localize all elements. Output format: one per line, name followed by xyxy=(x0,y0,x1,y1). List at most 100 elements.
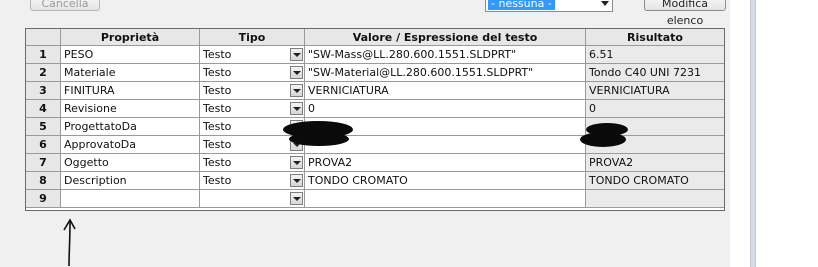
property-name-cell[interactable]: PESO xyxy=(61,46,200,64)
type-cell-text: Testo xyxy=(203,156,232,169)
chevron-down-icon[interactable] xyxy=(290,174,303,187)
row-number-text: 6 xyxy=(39,138,47,151)
result-cell: PROVA2 xyxy=(586,154,724,172)
result-cell-text: 6.51 xyxy=(589,48,614,61)
chevron-down-icon[interactable] xyxy=(290,156,303,169)
property-name-cell[interactable]: Materiale xyxy=(61,64,200,82)
row-number: 9 xyxy=(26,190,61,208)
property-name-cell[interactable]: Revisione xyxy=(61,100,200,118)
value-expression-cell[interactable]: TONDO CROMATO xyxy=(305,172,586,190)
result-cell-text: PROVA2 xyxy=(589,156,634,169)
type-cell[interactable]: Testo xyxy=(200,64,305,82)
value-expression-cell[interactable] xyxy=(305,190,586,208)
properties-grid: Proprietà Tipo Valore / Espressione del … xyxy=(25,28,725,211)
row-number-text: 1 xyxy=(39,48,47,61)
redaction-mark xyxy=(580,132,626,147)
background-area xyxy=(730,0,818,267)
property-name-cell-text: PESO xyxy=(64,48,94,61)
config-select-value: - nessuna - xyxy=(488,0,555,10)
row-number: 6 xyxy=(26,136,61,154)
table-row[interactable]: 3 FINITURA Testo VERNICIATURA VERNICIATURA xyxy=(26,82,724,100)
value-expression-cell-text: TONDO CROMATO xyxy=(308,174,408,187)
type-cell[interactable]: Testo xyxy=(200,172,305,190)
table-row[interactable]: 4 Revisione Testo 0 0 xyxy=(26,100,724,118)
row-number: 3 xyxy=(26,82,61,100)
type-cell[interactable]: Testo xyxy=(200,154,305,172)
result-cell: 0 xyxy=(586,100,724,118)
value-expression-cell-text: "SW-Mass@LL.280.600.1551.SLDPRT" xyxy=(308,48,517,61)
result-cell-text: 0 xyxy=(589,102,596,115)
property-name-cell-text: FINITURA xyxy=(64,84,115,97)
row-number: 8 xyxy=(26,172,61,190)
row-number-text: 9 xyxy=(39,192,47,205)
table-row[interactable]: 2 Materiale Testo "SW-Material@LL.280.600.1… xyxy=(26,64,724,82)
property-name-cell[interactable] xyxy=(61,190,200,208)
chevron-down-icon[interactable] xyxy=(290,84,303,97)
configuration-select[interactable]: - nessuna - xyxy=(485,0,613,12)
type-cell-text: Testo xyxy=(203,66,232,79)
row-number-text: 4 xyxy=(39,102,47,115)
value-expression-cell[interactable]: "SW-Material@LL.280.600.1551.SLDPRT" xyxy=(305,64,586,82)
property-name-cell-text: Description xyxy=(64,174,127,187)
chevron-down-icon[interactable] xyxy=(290,48,303,61)
value-expression-cell-text: PROVA2 xyxy=(308,156,353,169)
row-number: 4 xyxy=(26,100,61,118)
value-expression-cell[interactable]: PROVA2 xyxy=(305,154,586,172)
header-result[interactable]: Risultato xyxy=(586,29,724,46)
property-name-cell-text: ApprovatoDa xyxy=(64,138,137,151)
table-row[interactable]: 1 PESO Testo "SW-Mass@LL.280.600.1551.SLDPR… xyxy=(26,46,724,64)
type-cell-text: Testo xyxy=(203,84,232,97)
chevron-down-icon[interactable] xyxy=(290,102,303,115)
type-cell-text: Testo xyxy=(203,120,232,133)
value-expression-cell[interactable]: "SW-Mass@LL.280.600.1551.SLDPRT" xyxy=(305,46,586,64)
result-cell xyxy=(586,190,724,208)
row-number: 1 xyxy=(26,46,61,64)
result-cell-text: Tondo C40 UNI 7231 xyxy=(589,66,701,79)
property-name-cell[interactable]: ProgettatoDa xyxy=(61,118,200,136)
property-name-cell[interactable]: FINITURA xyxy=(61,82,200,100)
type-cell[interactable]: Testo xyxy=(200,46,305,64)
value-expression-cell-text: VERNICIATURA xyxy=(308,84,389,97)
table-row[interactable]: 8 Description Testo TONDO CROMATO TONDO CROM… xyxy=(26,172,724,190)
redaction-mark xyxy=(289,132,349,146)
type-cell-text: Testo xyxy=(203,138,232,151)
chevron-down-icon[interactable] xyxy=(290,66,303,79)
row-number-text: 3 xyxy=(39,84,47,97)
type-cell[interactable]: Testo xyxy=(200,82,305,100)
type-cell-text: Testo xyxy=(203,102,232,115)
property-name-cell[interactable]: Description xyxy=(61,172,200,190)
grid-header: Proprietà Tipo Valore / Espressione del … xyxy=(26,29,724,46)
row-number: 2 xyxy=(26,64,61,82)
result-cell: 6.51 xyxy=(586,46,724,64)
result-cell: TONDO CROMATO xyxy=(586,172,724,190)
type-cell[interactable]: Testo xyxy=(200,100,305,118)
property-name-cell-text: Oggetto xyxy=(64,156,109,169)
value-expression-cell-text: "SW-Material@LL.280.600.1551.SLDPRT" xyxy=(308,66,534,79)
value-expression-cell[interactable]: 0 xyxy=(305,100,586,118)
row-number-text: 7 xyxy=(39,156,47,169)
property-name-cell[interactable]: Oggetto xyxy=(61,154,200,172)
property-name-cell-text: ProgettatoDa xyxy=(64,120,137,133)
header-corner xyxy=(26,29,61,46)
custom-properties-dialog: Cancella - nessuna - Modifica elenco Pro… xyxy=(0,0,730,267)
table-row[interactable]: 7 Oggetto Testo PROVA2 PROVA2 xyxy=(26,154,724,172)
result-cell-text: TONDO CROMATO xyxy=(589,174,689,187)
row-number: 5 xyxy=(26,118,61,136)
header-value-expression[interactable]: Valore / Espressione del testo xyxy=(305,29,586,46)
annotation-arrow-icon xyxy=(63,218,76,267)
result-cell: Tondo C40 UNI 7231 xyxy=(586,64,724,82)
property-name-cell[interactable]: ApprovatoDa xyxy=(61,136,200,154)
edit-list-button[interactable]: Modifica elenco xyxy=(644,0,726,27)
type-cell-text: Testo xyxy=(203,48,232,61)
result-cell-text: VERNICIATURA xyxy=(589,84,670,97)
row-number: 7 xyxy=(26,154,61,172)
header-property[interactable]: Proprietà xyxy=(61,29,200,46)
chevron-down-icon[interactable] xyxy=(290,192,303,205)
row-number-text: 2 xyxy=(39,66,47,79)
header-type[interactable]: Tipo xyxy=(200,29,305,46)
table-row[interactable]: 9 xyxy=(26,190,724,208)
row-number-text: 8 xyxy=(39,174,47,187)
value-expression-cell[interactable]: VERNICIATURA xyxy=(305,82,586,100)
cancel-button[interactable]: Cancella xyxy=(30,0,100,11)
type-cell[interactable] xyxy=(200,190,305,208)
